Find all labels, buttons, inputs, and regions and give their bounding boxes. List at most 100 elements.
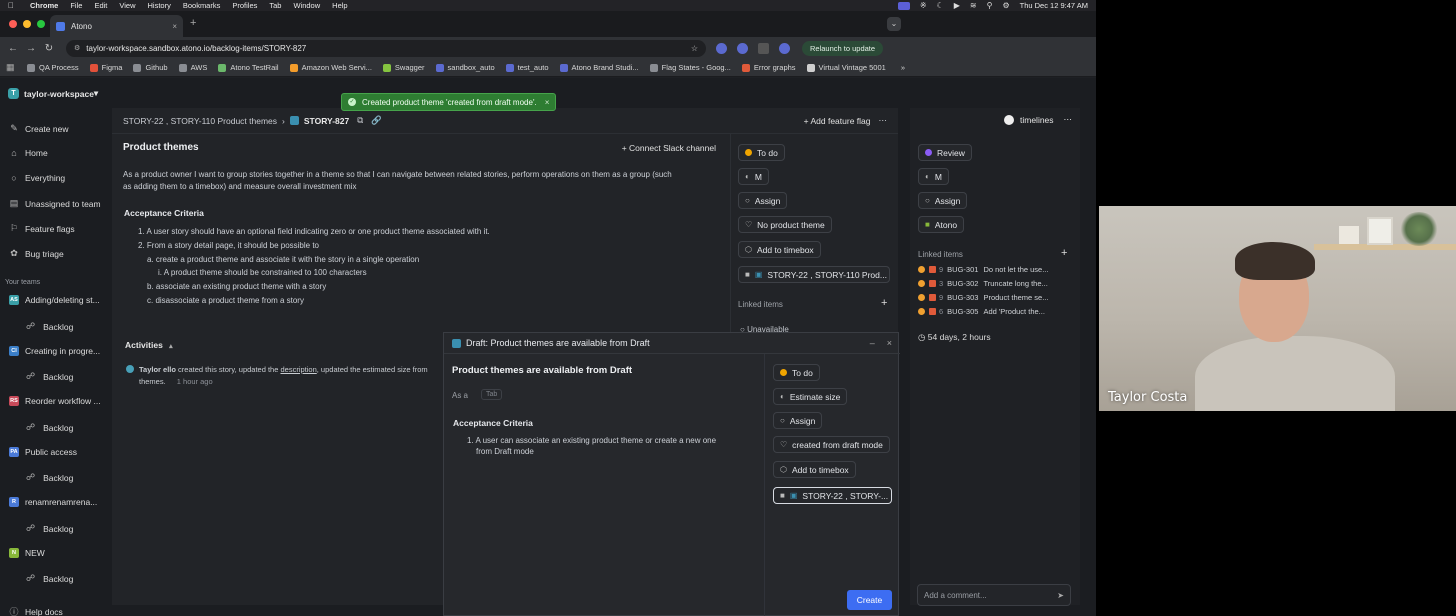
sidebar-team[interactable]: R renamrenamrena...	[9, 497, 97, 507]
assign-button[interactable]: ○ Assign	[738, 192, 788, 209]
product-theme-dropdown[interactable]: ♡ No product theme	[738, 216, 832, 233]
sidebar-item-everything[interactable]: ○ Everything	[9, 173, 65, 183]
reload-icon[interactable]: ↻	[42, 43, 56, 54]
close-tab-icon[interactable]: ×	[172, 22, 177, 31]
ac-item[interactable]: 1. A user can associate an existing prod…	[467, 436, 716, 445]
estimate-size-dropdown[interactable]: ◐ Estimate size	[773, 388, 848, 405]
sidebar-item-home[interactable]: ⌂ Home	[9, 148, 47, 158]
menu-window[interactable]: Window	[293, 1, 320, 10]
sidebar-team[interactable]: AS Adding/deleting st...	[9, 295, 100, 305]
tab-search-button[interactable]: ⌄	[887, 17, 901, 31]
apple-icon[interactable]: 	[8, 1, 18, 10]
minimize-icon[interactable]: –	[870, 338, 875, 348]
assign-button[interactable]: ○ Assign	[773, 412, 823, 429]
forward-icon[interactable]: →	[24, 43, 38, 54]
add-feature-flag-button[interactable]: + Add feature flag	[804, 116, 871, 126]
search-icon[interactable]: ⚲	[987, 1, 993, 10]
comment-input[interactable]: Add a comment... ➤	[917, 584, 1071, 606]
sidebar-team[interactable]: PA Public access	[9, 447, 77, 457]
linked-item[interactable]: 9 BUG-303 Product theme se...	[918, 293, 1048, 302]
control-center-icon[interactable]: ⚙	[1002, 1, 1009, 10]
back-icon[interactable]: ←	[6, 43, 20, 54]
site-info-icon[interactable]: ⚙	[74, 44, 80, 52]
close-window-button[interactable]	[9, 20, 17, 28]
breadcrumb[interactable]: STORY-22 , STORY-110 Product themes	[123, 116, 277, 126]
relaunch-button[interactable]: Relaunch to update	[802, 40, 884, 56]
menu-edit[interactable]: Edit	[94, 1, 107, 10]
connect-slack-button[interactable]: + Connect Slack channel	[622, 143, 716, 153]
linked-item[interactable]: 9 BUG-301 Do not let the use...	[918, 265, 1048, 274]
screen-share-icon[interactable]	[897, 1, 910, 10]
menu-profiles[interactable]: Profiles	[232, 1, 257, 10]
timebox-button[interactable]: ⬡ Add to timebox	[773, 461, 856, 478]
extensions-puzzle-icon[interactable]	[758, 42, 769, 54]
team-dropdown[interactable]: ■ Atono	[918, 216, 965, 233]
timebox-button[interactable]: ⬡ Add to timebox	[738, 241, 821, 258]
bookmark-item[interactable]: Amazon Web Servi...	[289, 63, 372, 72]
bookmark-item[interactable]: Atono Brand Studi...	[559, 63, 639, 72]
moon-icon[interactable]: ☾	[937, 1, 944, 10]
bookmark-item[interactable]: Flag States - Goog...	[649, 63, 731, 72]
add-linked-item-icon[interactable]: +	[881, 297, 887, 309]
close-icon[interactable]: ×	[887, 338, 892, 348]
sidebar-backlog[interactable]: ☍ Backlog	[26, 472, 73, 483]
add-linked-item-icon[interactable]: +	[1061, 247, 1067, 259]
assign-button[interactable]: ○ Assign	[918, 192, 968, 209]
bookmark-item[interactable]: test_auto	[505, 63, 549, 72]
parent-story-dropdown[interactable]: ■ ▣ STORY-22 , STORY-110 Prod...	[738, 266, 890, 283]
bookmark-item[interactable]: sandbox_auto	[435, 63, 495, 72]
bookmark-item[interactable]: Swagger	[382, 63, 425, 72]
activity-link[interactable]: description	[280, 365, 316, 374]
close-toast-icon[interactable]: ×	[545, 98, 550, 107]
linked-item[interactable]: 6 BUG-305 Add 'Product the...	[918, 307, 1045, 316]
menu-bookmarks[interactable]: Bookmarks	[183, 1, 221, 10]
bookmark-item[interactable]: QA Process	[27, 63, 79, 72]
linked-item[interactable]: 3 BUG-302 Truncate long the...	[918, 279, 1048, 288]
create-button[interactable]: Create	[847, 590, 892, 610]
more-icon[interactable]: ⋯	[879, 115, 888, 126]
sidebar-item-create-new[interactable]: ✎ Create new	[9, 123, 68, 134]
sidebar-team[interactable]: RS Reorder workflow ...	[9, 396, 101, 406]
send-icon[interactable]: ➤	[1057, 591, 1064, 600]
copy-icon[interactable]: ⧉	[357, 115, 363, 126]
browser-tab[interactable]: Atono ×	[50, 15, 183, 37]
modal-story-title[interactable]: Product themes are available from Draft	[452, 365, 632, 376]
sidebar-item-help-docs[interactable]: ⓘ Help docs	[9, 605, 62, 616]
link-icon[interactable]: 🔗	[371, 115, 382, 126]
sidebar-item-unassigned[interactable]: ▤ Unassigned to team	[9, 198, 101, 209]
wifi-icon[interactable]: ≋	[970, 1, 977, 10]
activities-heading[interactable]: Activities ▴	[125, 340, 173, 350]
bookmark-item[interactable]: AWS	[178, 63, 207, 72]
sidebar-backlog[interactable]: ☍ Backlog	[26, 371, 73, 382]
size-dropdown[interactable]: ◐ M	[918, 168, 949, 185]
bookmark-item[interactable]: Atono TestRail	[218, 63, 279, 72]
profile-avatar[interactable]	[779, 42, 790, 54]
play-icon[interactable]: ▶	[954, 1, 960, 10]
new-tab-button[interactable]: +	[190, 17, 196, 29]
status-dropdown[interactable]: Review	[918, 144, 972, 161]
bookmark-item[interactable]: Virtual Vintage 5001	[806, 63, 886, 72]
menu-tab[interactable]: Tab	[269, 1, 281, 10]
sidebar-backlog[interactable]: ☍ Backlog	[26, 523, 73, 534]
sidebar-backlog[interactable]: ☍ Backlog	[26, 422, 73, 433]
sidebar-backlog[interactable]: ☍ Backlog	[26, 321, 73, 332]
bookmark-item[interactable]: Error graphs	[741, 63, 796, 72]
bookmark-star-icon[interactable]: ☆	[691, 44, 698, 53]
bookmark-item[interactable]: Github	[133, 63, 168, 72]
parent-story-dropdown[interactable]: ■ ▣ STORY-22 , STORY-...	[773, 487, 892, 504]
story-description[interactable]: As a product owner I want to group stori…	[123, 169, 718, 193]
status-dropdown[interactable]: To do	[738, 144, 785, 161]
extension-icon[interactable]	[716, 42, 727, 54]
menu-history[interactable]: History	[148, 1, 171, 10]
extension-icon[interactable]	[737, 42, 748, 54]
sidebar-backlog[interactable]: ☍ Backlog	[26, 573, 73, 584]
size-dropdown[interactable]: ◐ M	[738, 168, 769, 185]
status-dropdown[interactable]: To do	[773, 364, 820, 381]
workspace-switcher[interactable]: T taylor-workspace ▾	[8, 88, 98, 99]
more-bookmarks-icon[interactable]: »	[901, 63, 905, 72]
story-title[interactable]: Product themes	[123, 142, 199, 153]
timelines-header[interactable]: timelines ⋯	[1004, 114, 1072, 125]
more-icon[interactable]: ⋯	[1064, 114, 1073, 125]
menu-help[interactable]: Help	[332, 1, 347, 10]
bluetooth-icon[interactable]: ※	[920, 1, 927, 10]
